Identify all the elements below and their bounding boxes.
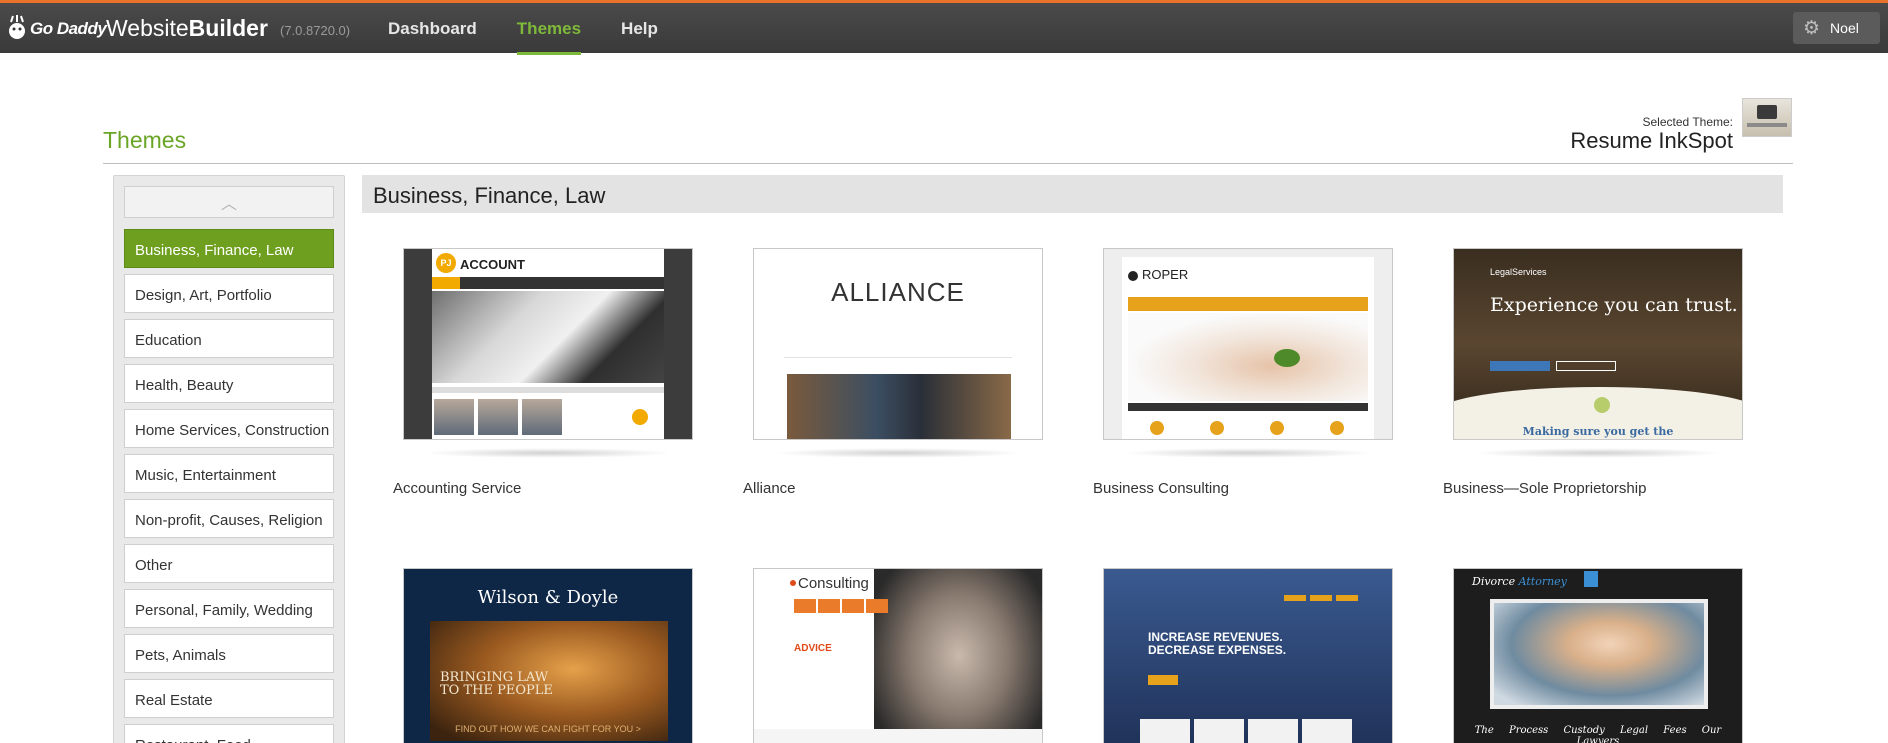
nav-dashboard[interactable]: Dashboard <box>388 3 477 53</box>
category-sidebar: ︿ Business, Finance, Law Design, Art, Po… <box>113 175 345 743</box>
thumb-footer: FIND OUT HOW WE CAN FIGHT FOR YOU > <box>455 724 641 734</box>
selected-theme-label: Selected Theme: <box>1642 115 1734 129</box>
scroll-up-button[interactable]: ︿ <box>124 186 334 218</box>
thumb-title: Consulting <box>798 575 869 592</box>
theme-thumbnail[interactable]: PJ ACCOUNT <box>403 248 693 440</box>
theme-name[interactable]: Business Consulting <box>1093 480 1229 497</box>
thumb-subtitle: ADVICE <box>794 643 832 654</box>
thumb-title: ALLIANCE <box>831 277 965 307</box>
app-brand: WebsiteBuilder <box>106 15 268 42</box>
theme-thumbnail[interactable]: Divorce Attorney The Process Custody Leg… <box>1453 568 1743 743</box>
app-version: (7.0.8720.0) <box>280 23 351 38</box>
thumb-title: Divorce Attorney <box>1472 575 1567 588</box>
category-other[interactable]: Other <box>124 544 334 583</box>
section-title: Business, Finance, Law <box>362 175 1783 213</box>
gear-icon: ⚙ <box>1803 17 1821 39</box>
top-navigation-bar: Go Daddy WebsiteBuilder (7.0.8720.0) Das… <box>0 0 1888 55</box>
theme-name[interactable]: Alliance <box>743 480 796 497</box>
theme-thumbnail[interactable]: Consulting ADVICE <box>753 568 1043 743</box>
selected-theme-thumbnail[interactable] <box>1742 98 1792 137</box>
category-health-beauty[interactable]: Health, Beauty <box>124 364 334 403</box>
category-business-finance-law[interactable]: Business, Finance, Law <box>124 229 334 268</box>
category-education[interactable]: Education <box>124 319 334 358</box>
chevron-up-icon: ︿ <box>220 196 237 213</box>
selected-theme-name: Resume InkSpot <box>1570 128 1733 153</box>
thumb-logo: PJ <box>436 253 456 273</box>
godaddy-logo[interactable]: Go Daddy <box>6 12 107 46</box>
category-pets-animals[interactable]: Pets, Animals <box>124 634 334 673</box>
thumb-title-accent: Attorney <box>1518 575 1567 588</box>
nav-themes[interactable]: Themes <box>516 3 582 55</box>
theme-name[interactable]: Accounting Service <box>393 480 521 497</box>
user-name: Noel <box>1830 20 1859 36</box>
category-music-entertainment[interactable]: Music, Entertainment <box>124 454 334 493</box>
thumb-title: ROPER <box>1142 267 1189 282</box>
godaddy-mascot-icon <box>9 15 25 39</box>
thumb-title-main: Divorce <box>1472 575 1516 588</box>
nav-help[interactable]: Help <box>621 3 658 53</box>
category-non-profit-causes-religion[interactable]: Non-profit, Causes, Religion <box>124 499 334 538</box>
page-title: Themes <box>103 127 187 153</box>
theme-thumbnail[interactable]: Wilson & Doyle BRINGING LAW TO THE PEOPL… <box>403 568 693 743</box>
category-real-estate[interactable]: Real Estate <box>124 679 334 718</box>
thumb-subtitle: Making sure you get the <box>1522 425 1674 438</box>
user-menu-button[interactable]: ⚙ Noel <box>1793 12 1880 44</box>
thumb-logo: LegalServices <box>1490 267 1547 277</box>
thumb-title: ACCOUNT <box>460 257 525 272</box>
thumb-footer: The Process Custody Legal Fees Our Lawye… <box>1474 725 1722 743</box>
logo-text: Go Daddy <box>30 19 107 38</box>
category-design-art-portfolio[interactable]: Design, Art, Portfolio <box>124 274 334 313</box>
theme-thumbnail[interactable]: ALLIANCE <box>753 248 1043 440</box>
theme-thumbnail[interactable]: INCREASE REVENUES. DECREASE EXPENSES. <box>1103 568 1393 743</box>
category-personal-family-wedding[interactable]: Personal, Family, Wedding <box>124 589 334 628</box>
theme-thumbnail[interactable]: ROPER <box>1103 248 1393 440</box>
category-restaurant-food[interactable]: Restaurant, Food <box>124 724 334 743</box>
thumb-subtitle: BRINGING LAW TO THE PEOPLE <box>440 670 553 698</box>
thumb-title: INCREASE REVENUES. DECREASE EXPENSES. <box>1148 630 1287 657</box>
header-divider <box>103 163 1793 164</box>
category-home-services-construction[interactable]: Home Services, Construction <box>124 409 334 448</box>
theme-name[interactable]: Business—Sole Proprietorship <box>1443 480 1646 497</box>
theme-thumbnail[interactable]: LegalServices Experience you can trust. … <box>1453 248 1743 440</box>
main-nav: Dashboard Themes Help <box>388 3 698 55</box>
brand-light: Website <box>106 15 189 41</box>
thumb-title: Experience you can trust. <box>1490 294 1738 316</box>
brand-bold: Builder <box>188 15 268 41</box>
thumb-title: Wilson & Doyle <box>477 587 619 608</box>
